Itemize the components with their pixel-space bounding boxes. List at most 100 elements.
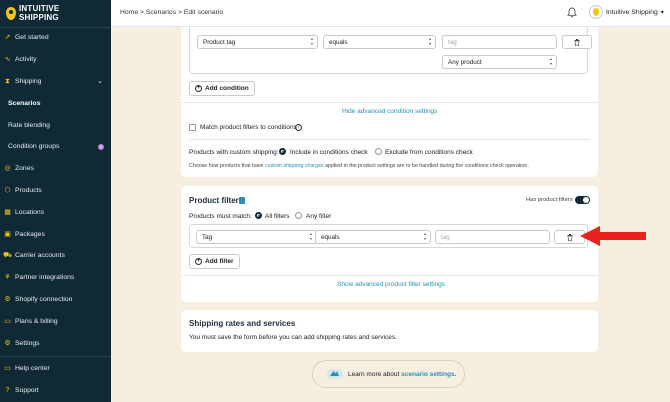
sidebar-item-partner-integrations[interactable]: ⚘ Partner integrations [0, 267, 111, 289]
divider [181, 102, 598, 103]
filter-row: Tag equals tag [189, 224, 588, 248]
sidebar-item-label: Help center [15, 365, 50, 373]
filter-value-input[interactable]: tag [435, 230, 550, 244]
sidebar-item-support[interactable]: ? Support [0, 380, 111, 402]
sidebar-item-label: Shopify connection [15, 295, 73, 303]
any-filter-radio[interactable] [295, 212, 302, 219]
sidebar-item-label: Shipping [15, 77, 42, 85]
product-filters-title: Product filters [189, 196, 244, 205]
sidebar-bottom-nav: ▭ Help center? Support [0, 358, 111, 402]
condition-scope-select[interactable]: Any product [442, 55, 557, 69]
chevron-down-icon: ▾ [660, 9, 664, 16]
learn-more-button[interactable]: Learn more about scenario settings. [312, 360, 465, 388]
sidebar-item-label: Condition groups [8, 143, 60, 151]
billing-icon: ▭ [4, 317, 11, 325]
divider [181, 275, 598, 276]
location-pin-logo-icon [6, 7, 16, 20]
document-icon[interactable] [239, 197, 245, 204]
shopify-icon: ⚙ [4, 295, 11, 303]
annotation-arrow-icon [580, 226, 646, 246]
shipping-rates-title: Shipping rates and services [189, 319, 296, 328]
support-icon: ? [5, 387, 10, 395]
custom-shipping-label: Products with custom shipping: [189, 149, 279, 156]
avatar [589, 5, 603, 19]
sidebar-item-plans-billing[interactable]: ▭ Plans & billing [0, 310, 111, 332]
user-name: Intuitive Shipping [606, 8, 658, 16]
sidebar-item-condition-groups[interactable]: Condition groups 1 [0, 136, 111, 158]
sidebar-item-label: Settings [15, 339, 40, 347]
sidebar-item-rate-blending[interactable]: Rate blending [0, 114, 111, 136]
plus-icon: + [195, 258, 202, 265]
condition-row: Product tag equals tag Any product [189, 27, 592, 74]
user-menu[interactable]: Intuitive Shipping ▾ [589, 5, 664, 19]
any-filter-label: Any filter [306, 213, 332, 220]
products-icon: ⬡ [4, 186, 11, 194]
brand-name: INTUITIVE SHIPPING [19, 4, 60, 22]
include-radio[interactable] [279, 148, 286, 155]
match-filters-checkbox[interactable] [189, 124, 196, 131]
include-label: Include in conditions check [290, 149, 368, 156]
custom-shipping-charges-link[interactable]: custom shipping charges [265, 163, 324, 169]
partner-icon: ⚘ [4, 274, 11, 282]
condition-value-input[interactable]: tag [442, 35, 557, 49]
exclude-label: Exclude from conditions check [385, 149, 473, 156]
help-icon[interactable]: ? [295, 124, 302, 131]
shipping-rates-card: Shipping rates and services You must sav… [181, 310, 598, 352]
divider [189, 139, 590, 140]
sidebar-item-label: Locations [15, 208, 45, 216]
sidebar-item-label: Scenarios [8, 99, 41, 107]
condition-field-select[interactable]: Product tag [197, 35, 318, 49]
hide-advanced-condition-settings-link[interactable]: Hide advanced condition settings [342, 108, 437, 115]
sidebar-item-locations[interactable]: ▦ Locations [0, 201, 111, 223]
settings-icon: ⚙ [4, 339, 11, 347]
sidebar-item-label: Zones [15, 165, 34, 173]
zones-icon: ◎ [4, 165, 11, 173]
sidebar-item-scenarios[interactable]: Scenarios [0, 92, 111, 114]
sidebar: INTUITIVE SHIPPING ➚ Get started ∿ Activity… [0, 0, 111, 402]
sidebar-item-activity[interactable]: ∿ Activity [0, 49, 111, 71]
shipping-rates-message: You must save the form before you can ad… [189, 334, 397, 341]
sidebar-nav: ➚ Get started ∿ Activity ⧗ Shipping ⌄ Scenarios… [0, 27, 111, 354]
sidebar-item-get-started[interactable]: ➚ Get started [0, 27, 111, 49]
sidebar-item-products[interactable]: ⬡ Products [0, 180, 111, 202]
carrier-icon: ⛟ [3, 252, 12, 260]
sidebar-item-label: Activity [15, 56, 37, 64]
custom-shipping-note: Choose how products that have custom shi… [189, 163, 529, 169]
sidebar-item-carrier-accounts[interactable]: ⛟ Carrier accounts [0, 245, 111, 267]
delete-condition-button[interactable] [562, 35, 592, 49]
sidebar-item-packages[interactable]: ▣ Packages [0, 223, 111, 245]
sidebar-item-label: Support [15, 387, 39, 395]
sidebar-item-shipping[interactable]: ⧗ Shipping ⌄ [0, 71, 111, 93]
exclude-radio[interactable] [375, 148, 382, 155]
sidebar-item-label: Partner integrations [15, 274, 75, 282]
all-filters-label: All filters [265, 213, 290, 220]
count-badge: 1 [98, 143, 104, 150]
activity-icon: ∿ [4, 56, 11, 64]
sidebar-item-shopify-connection[interactable]: ⚙ Shopify connection [0, 289, 111, 311]
sidebar-item-settings[interactable]: ⚙ Settings [0, 332, 111, 354]
brand-logo[interactable]: INTUITIVE SHIPPING [6, 4, 60, 22]
filter-operator-select[interactable]: equals [315, 230, 431, 244]
conditions-card: Product tag equals tag Any product + Add… [181, 27, 598, 177]
locations-icon: ▦ [4, 208, 11, 216]
trash-icon [567, 233, 572, 241]
location-pin-icon [593, 8, 599, 16]
chevron-down-icon[interactable]: ⌄ [97, 77, 103, 85]
add-filter-button[interactable]: + Add filter [189, 254, 240, 269]
sidebar-item-help-center[interactable]: ▭ Help center [0, 358, 111, 380]
show-advanced-filter-settings-link[interactable]: Show advanced product filter settings [337, 281, 445, 288]
condition-operator-select[interactable]: equals [323, 35, 436, 49]
has-product-filters-toggle[interactable] [575, 196, 590, 204]
shipping-icon: ⧗ [5, 77, 10, 85]
all-filters-radio[interactable] [255, 212, 262, 219]
help-center-icon: ▭ [4, 365, 11, 373]
plus-icon: + [195, 85, 202, 92]
sidebar-item-label: Packages [15, 230, 45, 238]
breadcrumb[interactable]: Home > Scenarios > Edit scenario [120, 9, 223, 16]
match-filters-label: Match product filters to conditions [200, 124, 297, 131]
sidebar-item-zones[interactable]: ◎ Zones [0, 158, 111, 180]
sidebar-item-label: Products [15, 186, 42, 194]
filter-field-select[interactable]: Tag [196, 230, 317, 244]
add-condition-button[interactable]: + Add condition [189, 81, 255, 96]
bell-icon[interactable] [567, 7, 578, 18]
